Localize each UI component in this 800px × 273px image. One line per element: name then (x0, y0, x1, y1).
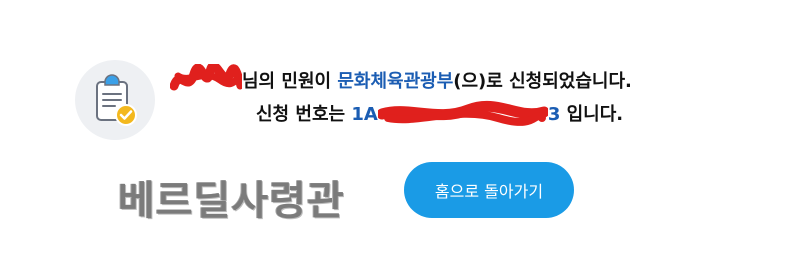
clipboard-check-icon (96, 74, 137, 126)
home-button[interactable]: 홈으로 돌아가기 (404, 162, 574, 218)
message-line-2-prefix: 신청 번호는 (256, 104, 352, 125)
message-line-1-suffix: 님의 민원이 (242, 71, 338, 92)
application-number-end: 3 (547, 104, 561, 125)
application-number-start: 1A (351, 104, 378, 125)
application-complete-page: 님의 민원이 문화체육관광부(으)로 신청되었습니다. 신청 번호는 1A 3 … (0, 0, 800, 273)
signature-text: 베르딜사령관 (118, 178, 345, 224)
department-name: 문화체육관광부 (337, 71, 454, 92)
message-line-1-end: (으)로 신청되었습니다. (453, 71, 632, 92)
application-number-redacted (377, 100, 548, 126)
applicant-name-redacted (170, 64, 242, 93)
redaction-scribble (377, 100, 548, 126)
message-line-2-end: 입니다. (560, 104, 624, 125)
message-line-2: 신청 번호는 1A 3 입니다. (256, 100, 624, 127)
application-icon-circle (75, 60, 155, 140)
redaction-scribble (170, 64, 242, 91)
message-line-1: 님의 민원이 문화체육관광부(으)로 신청되었습니다. (170, 64, 632, 94)
